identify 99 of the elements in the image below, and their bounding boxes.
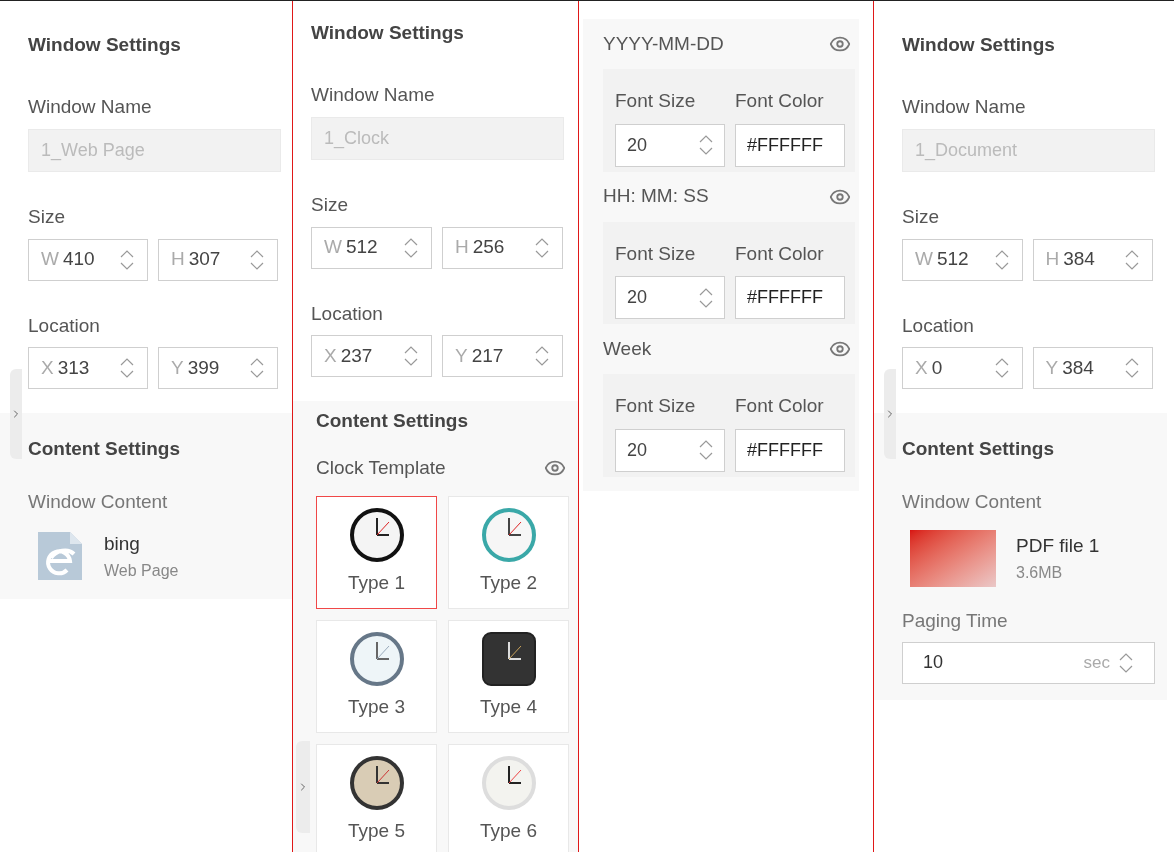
clock-icon	[348, 631, 405, 688]
field-prefix: X	[41, 355, 54, 380]
field-prefix: Y	[171, 355, 184, 380]
number-field[interactable]: H 307	[158, 238, 278, 281]
file-name: PDF file 1	[1016, 534, 1100, 559]
clock-template-card[interactable]: Type 2	[448, 496, 569, 609]
field-value: 0	[931, 355, 944, 380]
section-title: Content Settings	[316, 409, 469, 433]
section-title: Window Settings	[311, 21, 465, 45]
field-value: 237	[340, 343, 374, 368]
field-prefix: W	[41, 247, 59, 272]
number-field[interactable]: Y 217	[442, 335, 563, 377]
section-title: Content Settings	[28, 437, 181, 461]
field-value: 217	[471, 343, 505, 368]
field-prefix: H	[455, 235, 469, 260]
font-size-field[interactable]: 20	[615, 276, 725, 319]
number-field[interactable]: X 313	[28, 347, 148, 389]
number-field[interactable]: W 410	[28, 238, 148, 281]
field-label: Font Size	[615, 241, 697, 266]
paging-time-field[interactable]: 10 sec	[902, 641, 1155, 684]
field-label: Size	[28, 205, 66, 229]
file-info: 3.6MB	[1016, 562, 1064, 583]
clock-icon	[480, 755, 537, 812]
template-label: Type 6	[479, 819, 537, 844]
field-label: Location	[28, 313, 101, 338]
number-field[interactable]: W 512	[902, 238, 1023, 281]
file-info: Web Page	[104, 560, 179, 581]
number-field[interactable]: H 384	[1032, 238, 1153, 281]
template-label: Type 3	[347, 695, 405, 720]
number-field[interactable]: W 512	[311, 226, 432, 269]
web-page-file-icon	[36, 530, 84, 583]
field-value: 20	[627, 438, 649, 462]
field-value: 512	[345, 235, 379, 260]
template-label: Type 1	[347, 571, 405, 596]
field-prefix: X	[915, 355, 928, 380]
field-value: 410	[62, 247, 96, 272]
field-prefix: W	[324, 235, 342, 260]
clock-icon	[480, 507, 537, 564]
field-prefix: Y	[455, 343, 468, 368]
clock-icon	[348, 507, 405, 564]
field-label: Window Content	[28, 489, 169, 514]
field-label: Font Color	[735, 89, 825, 113]
field-value: 256	[472, 235, 506, 260]
clock-icon	[480, 631, 537, 688]
number-field[interactable]: X 0	[902, 347, 1023, 389]
field-value: 10	[923, 651, 945, 674]
field-prefix: W	[915, 247, 933, 272]
font-color-field[interactable]: #FFFFFF	[735, 276, 845, 319]
template-label: Type 5	[347, 819, 405, 844]
clock-template-card[interactable]: Type 1	[316, 496, 437, 609]
clock-template-card[interactable]: Type 6	[448, 744, 569, 852]
field-label: Font Color	[735, 241, 825, 266]
font-size-field[interactable]: 20	[615, 428, 725, 472]
number-field[interactable]: H 256	[442, 226, 563, 269]
field-value: 384	[1063, 247, 1096, 272]
field-label: Window Name	[28, 94, 153, 119]
clock-icon	[348, 755, 405, 812]
field-prefix: H	[1045, 247, 1060, 272]
field-prefix: X	[324, 343, 337, 368]
field-label: Window Name	[311, 82, 436, 107]
field-label: Font Color	[735, 394, 825, 418]
field-value: 20	[627, 286, 649, 309]
font-size-field[interactable]: 20	[615, 123, 725, 167]
field-label: Font Size	[615, 394, 697, 418]
template-label: Type 4	[479, 695, 537, 720]
clock-template-card[interactable]: Type 3	[316, 620, 437, 733]
field-label: Window Name	[902, 94, 1027, 119]
file-name: bing	[104, 532, 141, 556]
field-prefix: Y	[1045, 355, 1059, 380]
field-value: 313	[57, 355, 91, 380]
field-label: Location	[311, 301, 384, 326]
unit-label: sec	[1083, 651, 1110, 674]
field-value: 399	[187, 355, 221, 380]
field-value: 512	[936, 247, 970, 272]
field-label: Font Size	[615, 89, 697, 113]
clock-template-card[interactable]: Type 4	[448, 620, 569, 733]
font-color-field[interactable]: #FFFFFF	[735, 428, 845, 472]
field-label: Size	[311, 193, 349, 217]
number-field[interactable]: X 237	[311, 335, 432, 377]
field-prefix: H	[171, 247, 185, 272]
section-title: Window Settings	[28, 33, 182, 57]
number-field[interactable]: Y 384	[1032, 347, 1153, 389]
format-label: YYYY-MM-DD	[603, 31, 724, 56]
section-title: Window Settings	[902, 33, 1056, 57]
number-field[interactable]: Y 399	[158, 347, 278, 389]
template-label: Type 2	[479, 571, 537, 596]
field-label: Clock Template	[316, 455, 446, 480]
format-label: HH: MM: SS	[603, 184, 709, 209]
field-value: 384	[1062, 355, 1095, 380]
field-label: Location	[902, 313, 975, 338]
field-label: Window Content	[902, 489, 1043, 514]
field-value: 307	[188, 247, 222, 272]
field-label: Size	[902, 205, 940, 229]
section-title: Content Settings	[902, 437, 1055, 461]
field-value: 20	[627, 133, 649, 157]
clock-template-card[interactable]: Type 5	[316, 744, 437, 852]
field-label: Paging Time	[902, 609, 1009, 633]
font-color-field[interactable]: #FFFFFF	[735, 123, 845, 167]
format-label: Week	[603, 336, 652, 361]
